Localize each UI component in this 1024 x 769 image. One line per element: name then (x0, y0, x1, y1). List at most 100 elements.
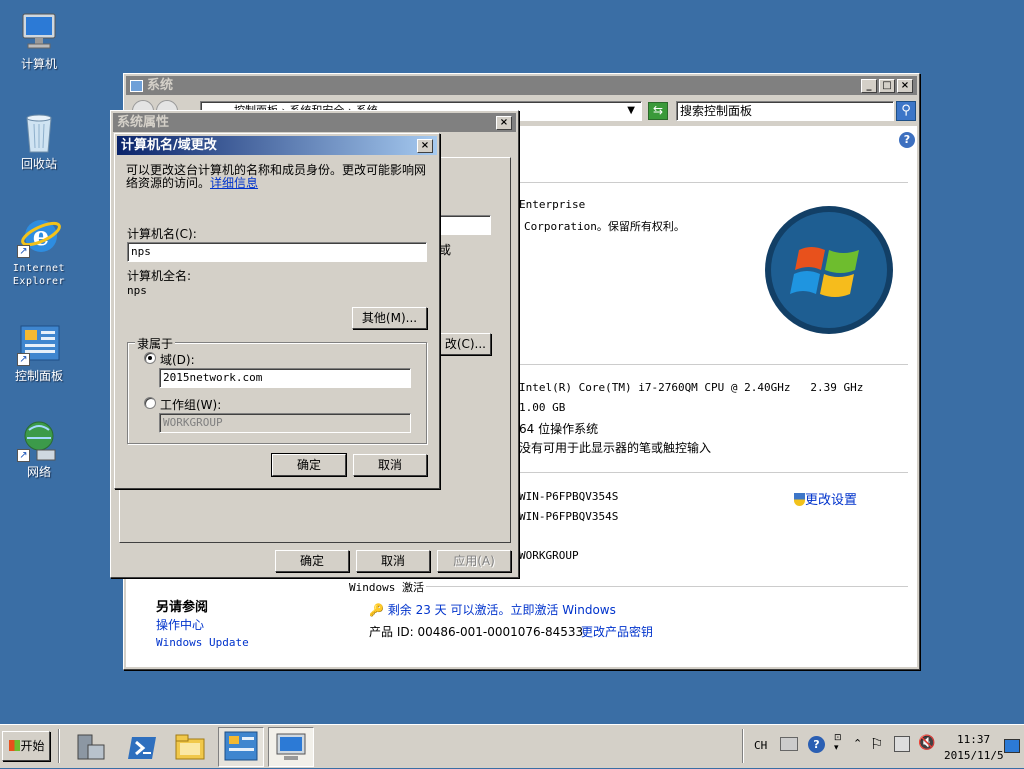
change-settings-link[interactable]: 更改设置 (794, 489, 857, 508)
workgroup-label[interactable]: 工作组(W): (160, 396, 221, 413)
close-button[interactable]: × (897, 79, 913, 93)
change-product-key-link[interactable]: 更改产品密钥 (581, 623, 653, 640)
internet-explorer-icon: e ↗ (17, 214, 61, 258)
system-window-icon (130, 80, 143, 92)
system-window-titlebar[interactable]: 系统 _ □ × (126, 76, 917, 95)
computer-name-dialog-title: 计算机名/域更改 (121, 138, 217, 153)
divider (426, 586, 908, 587)
workgroup-value: WORKGROUP (519, 549, 579, 562)
processor-value: Intel(R) Core(TM) i7-2760QM CPU @ 2.40GH… (519, 381, 864, 394)
desktop-icon-control-panel[interactable]: ↗ 控制面板 (4, 322, 74, 383)
partial-text: 或 (439, 243, 452, 257)
workgroup-input: WORKGROUP (159, 413, 411, 433)
desktop-icon-label: 回收站 (20, 157, 57, 171)
apply-button: 应用(A) (437, 550, 511, 572)
computer-name-dialog: 计算机名/域更改 × 可以更改这台计算机的名称和成员身份。更改可能影响网络资源的… (114, 133, 440, 489)
shortcut-arrow-icon: ↗ (17, 353, 30, 366)
change-button[interactable]: 改(C)... (436, 333, 491, 355)
desktop-icon-label: 计算机 (20, 57, 57, 71)
taskbar-separator (58, 729, 60, 763)
workgroup-radio[interactable] (144, 397, 156, 409)
maximize-button[interactable]: □ (879, 79, 895, 93)
shield-icon (794, 493, 805, 506)
system-type-value: 64 位操作系统 (519, 422, 599, 436)
shortcut-arrow-icon: ↗ (17, 245, 30, 258)
windows-logo-icon (763, 204, 895, 336)
desktop-icon-recycle-bin[interactable]: 回收站 (4, 110, 74, 171)
computer-name-dialog-titlebar[interactable]: 计算机名/域更改 × (117, 136, 437, 155)
recycle-bin-icon (17, 110, 61, 154)
see-also-title: 另请参阅 (156, 600, 209, 615)
desktop-icon-computer[interactable]: 计算机 (4, 10, 74, 71)
taskbar: 开始 CH ? ⊡ ▾ ⌃ ⚐ 🔇 11:37 2015/11/5 (0, 724, 1024, 768)
product-id: 产品 ID: 00486-001-0001076-84533 (369, 625, 584, 639)
full-name-value: nps (127, 284, 147, 297)
see-also-link-windows-update[interactable]: Windows Update (156, 636, 249, 649)
desktop-icon-label: 网络 (26, 465, 51, 479)
computer-full-name-value: WIN-P6FPBQV354S (519, 510, 619, 523)
details-link[interactable]: 详细信息 (210, 176, 258, 190)
radio-selected-dot (148, 356, 152, 360)
control-panel-icon: ↗ (17, 322, 61, 366)
flag-icon[interactable]: ⚐ (870, 735, 883, 753)
ok-button[interactable]: 确定 (275, 550, 349, 572)
tray-options-icon[interactable]: ⊡ ▾ (834, 733, 842, 753)
system-properties-title: 系统属性 (117, 115, 170, 130)
domain-radio[interactable] (144, 352, 156, 364)
show-desktop-button[interactable] (1004, 739, 1020, 753)
close-button[interactable]: × (417, 139, 433, 153)
search-input[interactable]: 搜索控制面板 (676, 101, 894, 121)
system-task-icon[interactable] (268, 727, 314, 767)
network-icon: ↗ (17, 418, 61, 462)
show-hidden-icons-icon[interactable]: ⌃ (853, 737, 862, 750)
tray-separator (742, 729, 744, 763)
dialog-description: 可以更改这台计算机的名称和成员身份。更改可能影响网络资源的访问。详细信息 (126, 163, 427, 190)
start-button[interactable]: 开始 (2, 731, 50, 761)
key-icon: 🔑 (369, 603, 384, 617)
keyboard-icon[interactable] (780, 737, 798, 751)
desktop-icon-internet-explorer[interactable]: e ↗ Internet Explorer (4, 214, 74, 288)
computer-icon (17, 10, 61, 54)
minimize-button[interactable]: _ (861, 79, 877, 93)
server-manager-icon[interactable] (72, 729, 108, 765)
pen-touch-value: 没有可用于此显示器的笔或触控输入 (519, 441, 712, 455)
clock-time[interactable]: 11:37 (957, 733, 990, 746)
activation-row: 🔑 剩余 23 天 可以激活。立即激活 Windows (369, 601, 616, 618)
chevron-down-icon[interactable]: ▼ (627, 102, 635, 120)
windows-flag-icon (9, 740, 21, 751)
shortcut-arrow-icon: ↗ (17, 449, 30, 462)
memory-value: 1.00 GB (519, 401, 566, 414)
ok-button[interactable]: 确定 (271, 453, 347, 477)
activation-header: Windows 激活 (349, 581, 424, 594)
volume-muted-icon[interactable]: 🔇 (918, 735, 935, 751)
help-icon[interactable]: ? (899, 132, 915, 148)
file-explorer-icon[interactable] (172, 729, 208, 765)
system-window-title: 系统 (147, 78, 174, 93)
domain-label[interactable]: 域(D): (160, 351, 195, 368)
language-indicator[interactable]: CH (754, 739, 767, 752)
activation-remaining-link[interactable]: 剩余 23 天 可以激活。立即激活 Windows (388, 603, 616, 617)
computer-name-input[interactable]: nps (127, 242, 427, 262)
help-icon[interactable]: ? (808, 736, 825, 753)
close-button[interactable]: × (496, 116, 512, 130)
cancel-button[interactable]: 取消 (356, 550, 430, 572)
control-panel-task-icon[interactable] (218, 727, 264, 767)
edition-text: Enterprise (519, 198, 586, 211)
domain-input[interactable]: 2015network.com (159, 368, 411, 388)
clock-date[interactable]: 2015/11/5 (944, 749, 1004, 762)
computer-description-field[interactable] (436, 215, 491, 235)
desktop-icon-network[interactable]: ↗ 网络 (4, 418, 74, 479)
powershell-icon[interactable] (124, 729, 160, 765)
desktop-icon-label: 控制面板 (14, 369, 63, 383)
more-button[interactable]: 其他(M)... (352, 307, 427, 329)
system-properties-titlebar[interactable]: 系统属性 × (113, 113, 516, 132)
see-also-link-action-center[interactable]: 操作中心 (156, 616, 204, 633)
computer-name-label: 计算机名(C): (127, 227, 197, 241)
copyright-text: Corporation。保留所有权利。 (524, 220, 685, 233)
full-name-label: 计算机全名: (127, 269, 192, 283)
refresh-icon[interactable]: ⇆ (648, 102, 668, 120)
search-icon[interactable]: ⚲ (896, 101, 916, 121)
cancel-button[interactable]: 取消 (353, 454, 427, 476)
network-tray-icon[interactable] (894, 736, 910, 752)
computer-name-value: WIN-P6FPBQV354S (519, 490, 619, 503)
